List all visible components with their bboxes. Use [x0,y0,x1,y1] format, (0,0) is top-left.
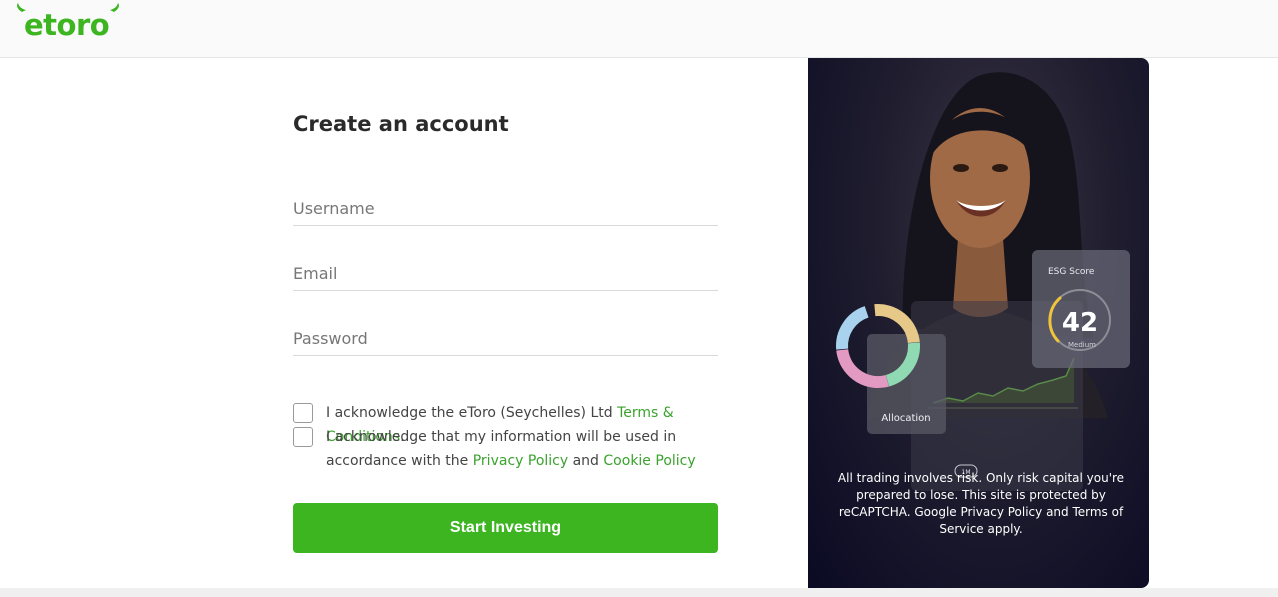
footer-band [0,588,1278,597]
allocation-label: Allocation [881,413,930,424]
top-header: etoro [0,0,1278,58]
username-field-wrapper [293,192,718,226]
privacy-checkbox[interactable] [293,427,313,447]
esg-score-title: ESG Score [1048,267,1095,277]
privacy-consent-row: I acknowledge that my information will b… [293,425,723,473]
username-input[interactable] [293,192,718,225]
terms-checkbox[interactable] [293,403,313,423]
cookie-policy-link[interactable]: Cookie Policy [603,453,695,469]
terms-consent-prefix: I acknowledge the eToro (Seychelles) Ltd [326,405,618,421]
promo-panel: 1M Allocation ESG Score 42 Medium All tr… [808,58,1149,588]
esg-score-value: 42 [1062,308,1098,338]
start-investing-button[interactable]: Start Investing [293,503,718,553]
privacy-consent-middle: and [568,453,604,469]
privacy-consent-text: I acknowledge that my information will b… [326,425,726,473]
esg-score-level: Medium [1068,341,1096,349]
esg-score-card: ESG Score 42 Medium [1032,250,1130,368]
privacy-policy-link[interactable]: Privacy Policy [473,453,568,469]
page-title: Create an account [293,112,509,136]
svg-text:etoro: etoro [24,8,109,42]
etoro-logo[interactable]: etoro [14,2,126,42]
email-field-wrapper [293,257,718,291]
risk-disclaimer: All trading involves risk. Only risk cap… [837,471,1125,536]
terms-consent-row: I acknowledge the eToro (Seychelles) Ltd… [293,401,723,445]
password-field-wrapper [293,322,718,356]
password-input[interactable] [293,322,718,355]
email-input[interactable] [293,257,718,290]
